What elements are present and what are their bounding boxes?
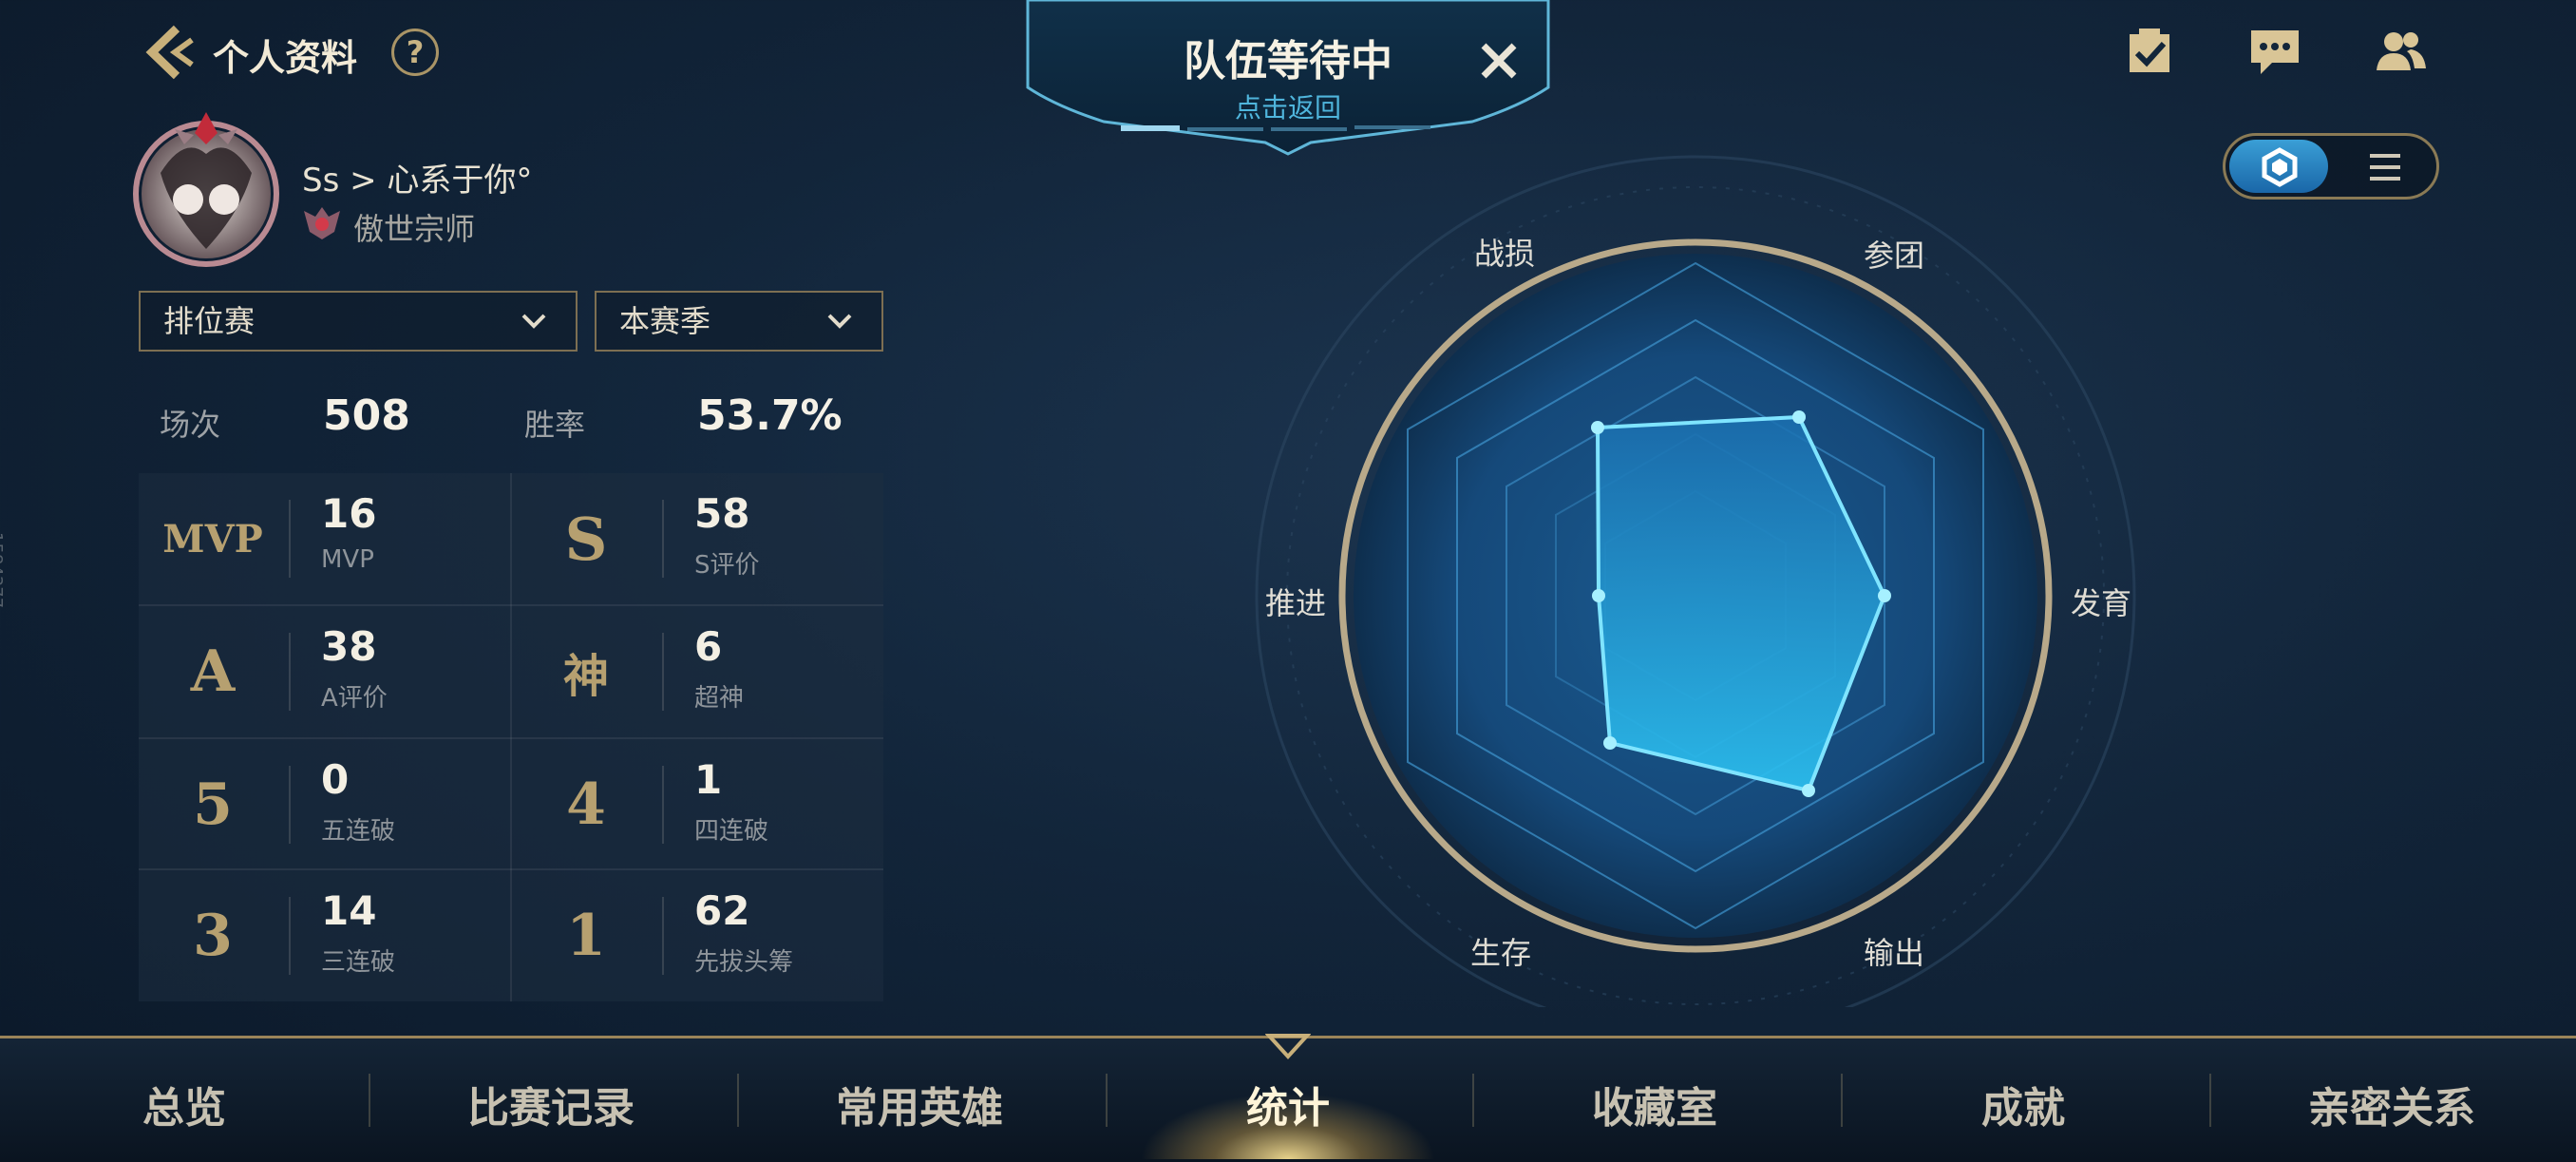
stat-value: 0 xyxy=(321,756,350,803)
hexagon-icon xyxy=(2262,147,2298,187)
task-checklist-icon[interactable] xyxy=(2122,25,2177,78)
tab-collection[interactable]: 收藏室 xyxy=(1512,1074,1797,1134)
triple-kill-icon: 3 xyxy=(193,903,233,969)
close-icon[interactable] xyxy=(1476,38,1522,84)
chevron-down-icon xyxy=(827,314,852,329)
radar-label-teamfight: 参团 xyxy=(1864,238,1925,274)
rank-title: 傲世宗师 xyxy=(353,211,476,247)
divider xyxy=(662,633,664,711)
radar-point xyxy=(1792,410,1806,424)
mode-dropdown-value: 排位赛 xyxy=(163,303,256,339)
rank-icon xyxy=(304,207,340,239)
nav-divider xyxy=(1106,1074,1108,1127)
divider xyxy=(289,633,291,711)
divider xyxy=(662,500,664,578)
divider xyxy=(662,766,664,844)
chat-icon[interactable] xyxy=(2247,25,2302,78)
mode-dropdown[interactable]: 排位赛 xyxy=(139,291,578,352)
tab-overview[interactable]: 总览 xyxy=(42,1074,327,1134)
friends-icon[interactable] xyxy=(2373,25,2428,78)
chevron-down-icon xyxy=(521,314,546,329)
banner-return-link[interactable]: 点击返回 xyxy=(1026,87,1550,125)
nav-divider xyxy=(1472,1074,1474,1127)
player-name: Ss > 心系于你° xyxy=(302,162,533,200)
stat-label: 四连破 xyxy=(694,817,769,846)
radar-chart xyxy=(1255,155,2136,1007)
page-title: 个人资料 xyxy=(213,37,358,79)
winrate-value: 53.7% xyxy=(697,391,843,440)
stat-godlike: 神 6 超神 xyxy=(512,606,883,737)
stat-value: 62 xyxy=(694,887,750,934)
list-view-icon[interactable] xyxy=(2366,151,2404,183)
stat-a-rating: A 38 A评价 xyxy=(139,606,510,737)
stat-label: 五连破 xyxy=(321,817,396,846)
nav-divider xyxy=(2209,1074,2211,1127)
divider xyxy=(662,897,664,975)
stat-value: 16 xyxy=(321,490,377,537)
radar-label-survival: 生存 xyxy=(1470,935,1532,971)
tab-match-history[interactable]: 比赛记录 xyxy=(408,1074,693,1134)
radar-label-damage-taken: 战损 xyxy=(1474,236,1536,272)
matches-value: 508 xyxy=(323,391,410,440)
winrate-label: 胜率 xyxy=(524,407,586,443)
s-rating-icon: S xyxy=(564,504,608,574)
quadra-kill-icon: 4 xyxy=(566,771,606,838)
radar-point xyxy=(1802,784,1815,797)
stat-mvp: MVP 16 MVP xyxy=(139,473,510,604)
active-tab-indicator-icon xyxy=(1265,1034,1311,1059)
stat-first-blood: 1 62 先拔头筹 xyxy=(512,870,883,1001)
matches-label: 场次 xyxy=(160,407,221,443)
stat-penta-kill: 5 0 五连破 xyxy=(139,739,510,870)
divider xyxy=(289,897,291,975)
first-blood-icon: 1 xyxy=(566,903,606,969)
stat-value: 6 xyxy=(694,623,723,670)
stat-value: 1 xyxy=(694,756,723,803)
stat-value: 58 xyxy=(694,490,750,537)
penta-kill-icon: 5 xyxy=(193,771,233,838)
stat-quadra-kill: 4 1 四连破 xyxy=(512,739,883,870)
tab-achievements[interactable]: 成就 xyxy=(1881,1074,2166,1134)
a-rating-icon: A xyxy=(190,638,236,705)
radar-point xyxy=(1592,589,1605,602)
divider xyxy=(289,500,291,578)
avatar[interactable] xyxy=(127,106,285,270)
view-toggle[interactable] xyxy=(2223,133,2439,200)
divider xyxy=(289,766,291,844)
mvp-icon: MVP xyxy=(162,516,263,562)
stat-value: 38 xyxy=(321,623,377,670)
tab-heroes[interactable]: 常用英雄 xyxy=(777,1074,1062,1134)
season-dropdown-value: 本赛季 xyxy=(619,303,711,339)
stat-label: MVP xyxy=(321,545,374,574)
radar-label-farm: 发育 xyxy=(2071,585,2132,621)
tab-relationships[interactable]: 亲密关系 xyxy=(2249,1074,2534,1134)
banner-title: 队伍等待中 xyxy=(1184,37,1392,86)
stat-value: 14 xyxy=(321,887,377,934)
back-arrow-icon[interactable] xyxy=(133,19,199,86)
stat-triple-kill: 3 14 三连破 xyxy=(139,870,510,1001)
nav-divider xyxy=(1841,1074,1843,1127)
stat-label: A评价 xyxy=(321,684,388,713)
radar-point xyxy=(1878,589,1891,602)
help-icon[interactable]: ? xyxy=(391,29,439,76)
season-dropdown[interactable]: 本赛季 xyxy=(595,291,883,352)
stat-label: 超神 xyxy=(694,684,745,713)
nav-divider xyxy=(737,1074,739,1127)
tab-statistics[interactable]: 统计 xyxy=(1146,1074,1430,1134)
stat-label: S评价 xyxy=(694,551,760,580)
side-id-text: 1584377 xyxy=(0,532,6,609)
radar-label-push: 推进 xyxy=(1265,585,1327,621)
stat-label: 三连破 xyxy=(321,948,396,977)
radar-label-damage: 输出 xyxy=(1864,935,1925,971)
radar-point xyxy=(1603,736,1617,750)
radar-point xyxy=(1591,421,1604,434)
stats-grid: MVP 16 MVP S 58 S评价 A 38 A评价 神 6 超神 5 0 … xyxy=(139,473,883,1001)
godlike-icon: 神 xyxy=(562,650,609,703)
stat-s-rating: S 58 S评价 xyxy=(512,473,883,604)
stat-label: 先拔头筹 xyxy=(694,948,794,977)
nav-divider xyxy=(369,1074,370,1127)
